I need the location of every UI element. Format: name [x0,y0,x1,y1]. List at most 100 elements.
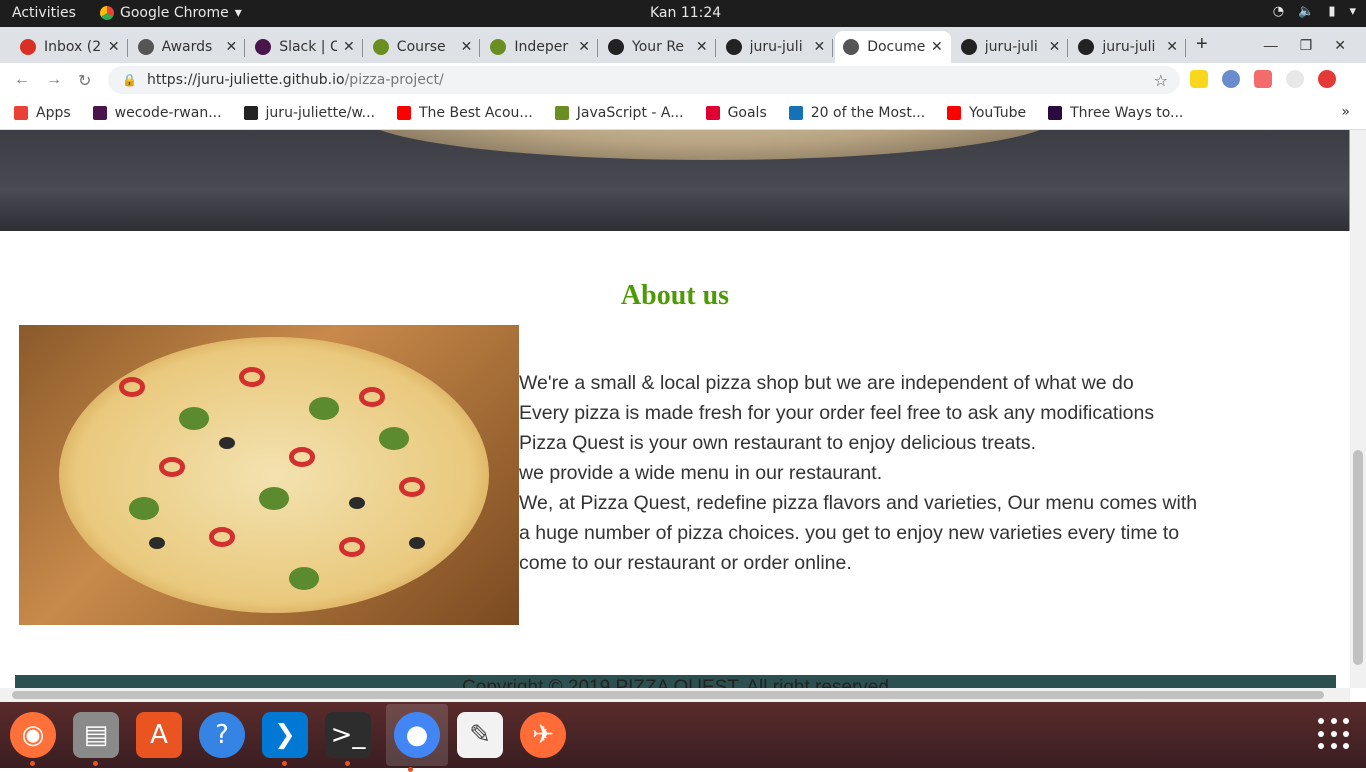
postman-icon[interactable]: ✈ [518,710,568,760]
topping [259,487,289,510]
extension-share-icon[interactable] [1254,70,1272,88]
bookmark-item[interactable]: 20 of the Most... [788,105,925,121]
activities-button[interactable]: Activities [12,5,76,21]
vertical-scrollbar[interactable] [1350,130,1366,688]
running-indicator [282,761,287,766]
show-applications-icon[interactable] [1318,718,1350,750]
chevron-down-icon: ▾ [1349,4,1356,19]
firefox-icon[interactable]: ◉ [8,710,58,766]
tab-label: Course [396,39,446,55]
star-icon[interactable]: ☆ [1154,71,1168,90]
system-tray[interactable]: ◔ 🔈 ▮ ▾ [1273,4,1356,19]
pizza-photo [19,325,519,625]
about-title: About us [620,280,730,311]
close-icon[interactable]: ✕ [1166,39,1178,55]
minimize-icon[interactable]: — [1264,37,1278,53]
tab[interactable]: Docume ✕ [835,31,951,63]
bookmark-icon [14,106,28,120]
more-bookmarks-icon[interactable]: » [1341,104,1350,120]
back-icon[interactable]: ← [14,71,30,89]
topping [239,367,265,387]
software-center-icon[interactable]: A [134,710,184,760]
tab-label: Indeper [514,39,569,55]
tab[interactable]: Slack | C ✕ [247,31,363,63]
wifi-icon: ◔ [1272,4,1285,19]
tab[interactable]: juru-juli ✕ [718,31,834,63]
help-icon[interactable]: ? [197,710,247,760]
bookmark-icon [705,106,720,120]
restore-icon[interactable]: ❐ [1300,37,1313,54]
topping [339,537,365,557]
bookmark-item[interactable]: Goals [705,105,767,121]
clock[interactable]: Kan 11:24 [650,5,721,21]
bookmark-label: wecode-rwan... [114,105,222,121]
close-icon[interactable]: ✕ [696,39,708,55]
bookmark-icon [396,106,411,120]
bookmark-item[interactable]: Three Ways to... [1048,105,1183,121]
tab[interactable]: Inbox (2 ✕ [12,31,128,63]
close-icon[interactable]: ✕ [108,39,120,55]
close-icon[interactable]: ✕ [1049,39,1061,55]
profile-avatar[interactable] [1318,70,1336,88]
scroll-thumb[interactable] [1353,450,1363,665]
tab[interactable]: Indeper ✕ [482,31,598,63]
app-menu[interactable]: Google Chrome ▾ [100,5,242,21]
firefox-glyph: ◉ [10,712,56,758]
bookmark-item[interactable]: wecode-rwan... [92,105,222,121]
close-icon[interactable]: ✕ [813,39,825,55]
close-icon[interactable]: ✕ [578,39,590,55]
text-editor-icon[interactable]: ✎ [455,710,505,760]
new-tab-icon[interactable]: + [1196,33,1208,56]
forward-icon[interactable]: → [46,71,62,89]
tab[interactable]: juru-juli ✕ [953,31,1069,63]
tab[interactable]: Your Re ✕ [600,31,716,63]
vscode-icon[interactable]: ❯ [260,710,310,766]
bookmark-item[interactable]: JavaScript - A... [554,105,684,121]
chrome-icon[interactable]: ● [386,704,448,772]
close-icon[interactable]: ✕ [343,39,355,55]
close-icon[interactable]: ✕ [1334,37,1346,54]
close-icon[interactable]: ✕ [225,39,237,55]
bookmark-label: The Best Acou... [418,105,533,121]
lock-icon: 🔒 [122,73,137,87]
topping [209,527,235,547]
bookmark-item[interactable]: The Best Acou... [396,105,533,121]
tab[interactable]: Course ✕ [365,31,481,63]
topping [289,447,315,467]
close-icon[interactable]: ✕ [461,39,473,55]
running-indicator [30,761,35,766]
bookmark-label: YouTube [969,105,1027,121]
bookmark-item[interactable]: YouTube [947,105,1026,121]
topping [379,427,409,450]
chrome-small-icon [100,6,114,20]
tab[interactable]: juru-juli ✕ [1070,31,1186,63]
url-host: https://juru-juliette.github.io [146,72,345,88]
close-icon[interactable]: ✕ [931,39,943,55]
github-icon [1078,39,1095,55]
files-icon[interactable]: ▤ [71,710,121,766]
tab-strip: Inbox (2 ✕ Awards ✕ Slack | C ✕ Course ✕ Indeper… [0,27,1366,63]
topping [309,397,339,420]
topping [149,537,165,549]
tab-label: Inbox (2 [44,39,102,55]
terminal-icon[interactable]: >_ [323,710,373,766]
topping [119,377,145,397]
bookmark-icon [243,106,258,120]
horizontal-scrollbar[interactable] [0,688,1350,702]
bookmark-item[interactable]: Apps [14,105,71,121]
tab[interactable]: Awards ✕ [130,31,246,63]
volume-icon: 🔈 [1298,4,1315,19]
extension-info-icon[interactable] [1222,70,1240,88]
extension-note-icon[interactable] [1190,70,1208,88]
tab-label: Slack | C [279,39,338,55]
bookmark-label: JavaScript - A... [576,105,684,121]
text-editor-glyph: ✎ [457,712,503,758]
bookmark-item[interactable]: juru-juliette/w... [243,105,375,121]
app-menu-label: Google Chrome [120,5,229,21]
scroll-thumb[interactable] [12,691,1324,699]
running-indicator [345,761,350,766]
address-bar[interactable]: 🔒 https://juru-juliette.github.io/pizza-… [108,66,1180,94]
extension-cloud-icon[interactable] [1286,70,1304,88]
reload-icon[interactable]: ↻ [78,71,91,91]
bookmark-icon [92,106,107,120]
